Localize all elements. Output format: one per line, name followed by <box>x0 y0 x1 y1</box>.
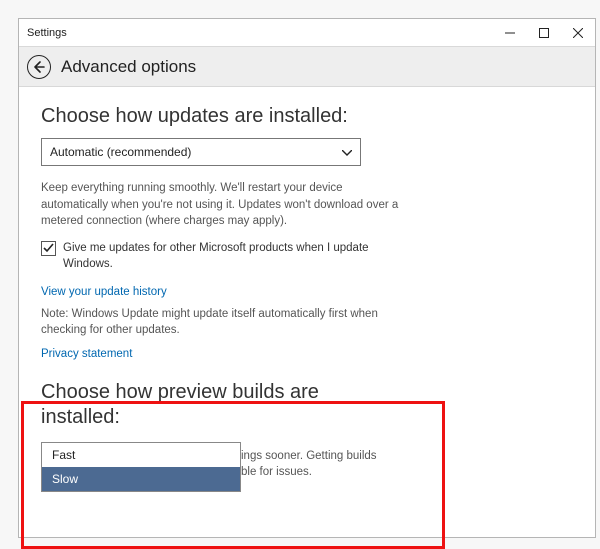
preview-description-partial: ings sooner. Getting builds ble for issu… <box>241 448 431 480</box>
settings-window: Settings Advanced options Choose how upd… <box>18 18 596 538</box>
titlebar: Settings <box>19 19 595 47</box>
dropdown-option-fast[interactable]: Fast <box>42 443 240 467</box>
update-history-link[interactable]: View your update history <box>41 286 573 298</box>
other-products-checkbox-row: Give me updates for other Microsoft prod… <box>41 240 401 272</box>
window-title: Settings <box>27 27 493 39</box>
page-title: Advanced options <box>61 57 196 77</box>
update-mode-select[interactable]: Automatic (recommended) <box>41 138 361 166</box>
preview-section: Choose how preview builds are installed:… <box>41 380 573 430</box>
back-button[interactable] <box>27 55 51 79</box>
chevron-down-icon <box>342 145 352 159</box>
maximize-icon <box>539 28 549 38</box>
check-icon <box>43 243 54 254</box>
page-header: Advanced options <box>19 47 595 87</box>
other-products-checkbox[interactable] <box>41 241 56 256</box>
maximize-button[interactable] <box>527 19 561 47</box>
minimize-icon <box>505 28 515 38</box>
updates-heading: Choose how updates are installed: <box>41 105 573 128</box>
close-button[interactable] <box>561 19 595 47</box>
content-area: Choose how updates are installed: Automa… <box>19 87 595 430</box>
back-arrow-icon <box>33 61 45 73</box>
updates-description: Keep everything running smoothly. We'll … <box>41 180 401 230</box>
other-products-label: Give me updates for other Microsoft prod… <box>63 240 401 272</box>
close-icon <box>573 28 583 38</box>
update-note: Note: Windows Update might update itself… <box>41 306 401 338</box>
preview-heading: Choose how preview builds are installed: <box>41 380 341 430</box>
preview-ring-dropdown[interactable]: Fast Slow <box>41 442 241 492</box>
update-mode-value: Automatic (recommended) <box>50 145 191 159</box>
dropdown-option-slow[interactable]: Slow <box>42 467 240 491</box>
privacy-statement-link[interactable]: Privacy statement <box>41 348 573 360</box>
minimize-button[interactable] <box>493 19 527 47</box>
